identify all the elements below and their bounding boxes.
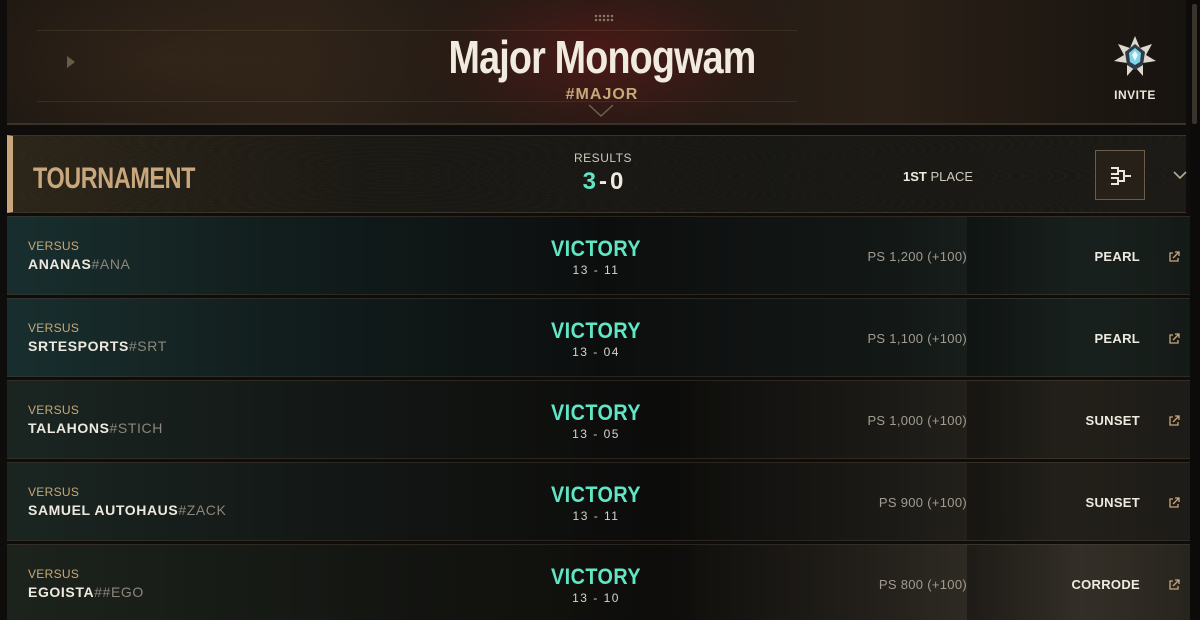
external-link-icon[interactable] xyxy=(1168,251,1180,263)
chevron-down-icon[interactable] xyxy=(1173,170,1187,180)
bracket-icon xyxy=(1111,167,1131,185)
placement: 1ST PLACE xyxy=(903,169,973,184)
tournament-label: TOURNAMENT xyxy=(33,162,196,195)
opponent-name: EGOISTA xyxy=(28,584,95,600)
opponent-tag: #STICH xyxy=(109,420,163,436)
results-label: RESULTS xyxy=(574,151,632,165)
versus-label: VERSUS xyxy=(28,321,80,335)
match-row[interactable]: VERSUS EGOISTA##EGO VICTORY 13 - 10 PS 8… xyxy=(7,544,1200,620)
opponent-name: TALAHONS xyxy=(28,420,110,436)
opponent-team: TALAHONS#STICH xyxy=(28,420,163,436)
opponent-tag: #ZACK xyxy=(178,502,227,518)
match-list: VERSUS ANANAS#ANA VICTORY 13 - 11 PS 1,2… xyxy=(7,216,1200,620)
match-row[interactable]: VERSUS ANANAS#ANA VICTORY 13 - 11 PS 1,2… xyxy=(7,216,1200,295)
external-link-icon[interactable] xyxy=(1168,415,1180,427)
map-name: SUNSET xyxy=(1085,495,1140,510)
premier-score: PS 1,100 (+100) xyxy=(867,331,967,346)
map-artwork xyxy=(967,217,1197,294)
premier-score: PS 800 (+100) xyxy=(878,577,967,592)
versus-label: VERSUS xyxy=(28,567,80,581)
map-name: PEARL xyxy=(1094,331,1140,346)
match-result: VICTORY xyxy=(551,564,642,589)
opponent-team: SRTESPORTS#SRT xyxy=(28,338,167,354)
opponent-name: SAMUEL AUTOHAUS xyxy=(28,502,179,518)
match-row[interactable]: VERSUS SRTESPORTS#SRT VICTORY 13 - 04 PS… xyxy=(7,298,1200,377)
results-wins: 3 xyxy=(582,168,596,195)
match-score: 13 - 11 xyxy=(572,509,620,523)
results-dash: - xyxy=(599,168,607,195)
external-link-icon[interactable] xyxy=(1168,579,1180,591)
match-result: VICTORY xyxy=(551,400,642,425)
radiant-rank-icon xyxy=(1114,36,1156,76)
tournament-title: Major Monogwam xyxy=(448,31,756,83)
header-chevron-decoration xyxy=(588,104,614,118)
opponent-tag: ##EGO xyxy=(94,584,144,600)
premier-score: PS 1,200 (+100) xyxy=(867,249,967,264)
map-artwork xyxy=(967,299,1197,376)
match-score: 13 - 05 xyxy=(572,427,620,441)
match-score: 13 - 04 xyxy=(572,345,620,359)
opponent-name: SRTESPORTS xyxy=(28,338,129,354)
versus-label: VERSUS xyxy=(28,485,80,499)
opponent-tag: #ANA xyxy=(91,256,131,272)
invite-label: INVITE xyxy=(1114,88,1156,102)
match-row[interactable]: VERSUS SAMUEL AUTOHAUS#ZACK VICTORY 13 -… xyxy=(7,462,1200,541)
map-name: SUNSET xyxy=(1085,413,1140,428)
placement-rank: 1ST xyxy=(903,169,927,184)
versus-label: VERSUS xyxy=(28,239,80,253)
external-link-icon[interactable] xyxy=(1168,497,1180,509)
opponent-team: ANANAS#ANA xyxy=(28,256,130,272)
opponent-name: ANANAS xyxy=(28,256,92,272)
match-row[interactable]: VERSUS TALAHONS#STICH VICTORY 13 - 05 PS… xyxy=(7,380,1200,459)
tournament-tag: #MAJOR xyxy=(565,86,639,103)
results-score: 3-0 xyxy=(553,168,653,196)
map-artwork xyxy=(967,463,1197,540)
opponent-team: SAMUEL AUTOHAUS#ZACK xyxy=(28,502,226,518)
tournament-header: Major Monogwam #MAJOR INVITE xyxy=(7,0,1186,125)
results-losses: 0 xyxy=(610,168,624,195)
invite-button[interactable]: INVITE xyxy=(1102,30,1168,110)
match-result: VICTORY xyxy=(551,236,642,261)
external-link-icon[interactable] xyxy=(1168,333,1180,345)
opponent-team: EGOISTA##EGO xyxy=(28,584,144,600)
match-score: 13 - 10 xyxy=(572,591,620,605)
placement-suffix: PLACE xyxy=(930,169,974,184)
opponent-tag: #SRT xyxy=(128,338,167,354)
match-score: 13 - 11 xyxy=(572,263,620,277)
bracket-button[interactable] xyxy=(1095,150,1145,200)
header-arrow-decoration xyxy=(67,56,75,68)
premier-score: PS 1,000 (+100) xyxy=(867,413,967,428)
map-name: CORRODE xyxy=(1071,577,1140,592)
map-artwork xyxy=(967,381,1197,458)
header-dots-decoration xyxy=(594,14,614,22)
map-name: PEARL xyxy=(1094,249,1140,264)
match-result: VICTORY xyxy=(551,318,642,343)
versus-label: VERSUS xyxy=(28,403,80,417)
tournament-summary-bar: TOURNAMENT RESULTS 3-0 1ST PLACE xyxy=(7,135,1187,213)
premier-score: PS 900 (+100) xyxy=(878,495,967,510)
scrollbar-thumb[interactable] xyxy=(1192,4,1197,124)
match-result: VICTORY xyxy=(551,482,642,507)
